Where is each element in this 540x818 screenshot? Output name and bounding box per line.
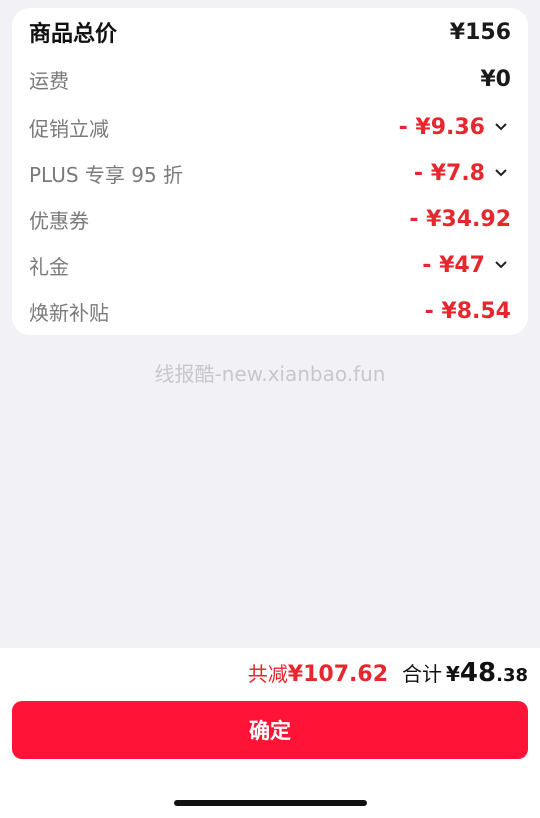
confirm-button[interactable]: 确定: [12, 701, 528, 759]
plus-discount-label: PLUS 专享 95 折: [29, 162, 184, 187]
row-gift-money[interactable]: 礼金 - ¥47: [12, 242, 528, 288]
plus-discount-value: - ¥7.8: [413, 160, 485, 186]
chevron-down-icon[interactable]: [491, 257, 511, 273]
saved-label: 共减: [247, 662, 288, 686]
shipping-value: ¥0: [480, 66, 511, 92]
price-breakdown-card: 商品总价 ¥156 运费 ¥0 促销立减 - ¥9.36 PLUS 专享 95 …: [12, 8, 528, 335]
row-trade-in-subsidy: 焕新补贴 - ¥8.54: [12, 288, 528, 334]
shipping-label: 运费: [29, 68, 69, 93]
row-promotion[interactable]: 促销立减 - ¥9.36: [12, 104, 528, 150]
chevron-down-icon[interactable]: [491, 165, 511, 181]
saved-value: ¥107.62: [287, 662, 388, 687]
goods-total-label: 商品总价: [29, 22, 118, 47]
gift-money-value: - ¥47: [422, 252, 485, 278]
trade-in-subsidy-value: - ¥8.54: [424, 298, 511, 324]
watermark-text: 线报酷-new.xianbao.fun: [154, 362, 386, 386]
coupon-label: 优惠券: [29, 208, 89, 233]
row-coupon: 优惠券 - ¥34.92: [12, 196, 528, 242]
total-decimal: .38: [496, 665, 528, 686]
home-indicator[interactable]: [174, 800, 367, 806]
coupon-value: - ¥34.92: [409, 206, 511, 232]
total-currency: ¥: [446, 662, 460, 686]
trade-in-subsidy-label: 焕新补贴: [29, 300, 109, 325]
row-plus-discount[interactable]: PLUS 专享 95 折 - ¥7.8: [12, 150, 528, 196]
checkout-footer: 共减 ¥107.62 合计 ¥ 48 .38 确定: [0, 648, 540, 818]
row-shipping: 运费 ¥0: [12, 56, 528, 102]
promotion-value: - ¥9.36: [398, 114, 485, 140]
total-integer: 48: [459, 658, 497, 688]
goods-total-value: ¥156: [449, 19, 511, 45]
row-goods-total: 商品总价 ¥156: [12, 9, 528, 55]
gift-money-label: 礼金: [29, 254, 69, 279]
chevron-down-icon[interactable]: [491, 119, 511, 135]
price-summary: 共减 ¥107.62 合计 ¥ 48 .38: [248, 658, 528, 688]
promotion-label: 促销立减: [29, 116, 109, 141]
total-label: 合计: [402, 662, 442, 686]
